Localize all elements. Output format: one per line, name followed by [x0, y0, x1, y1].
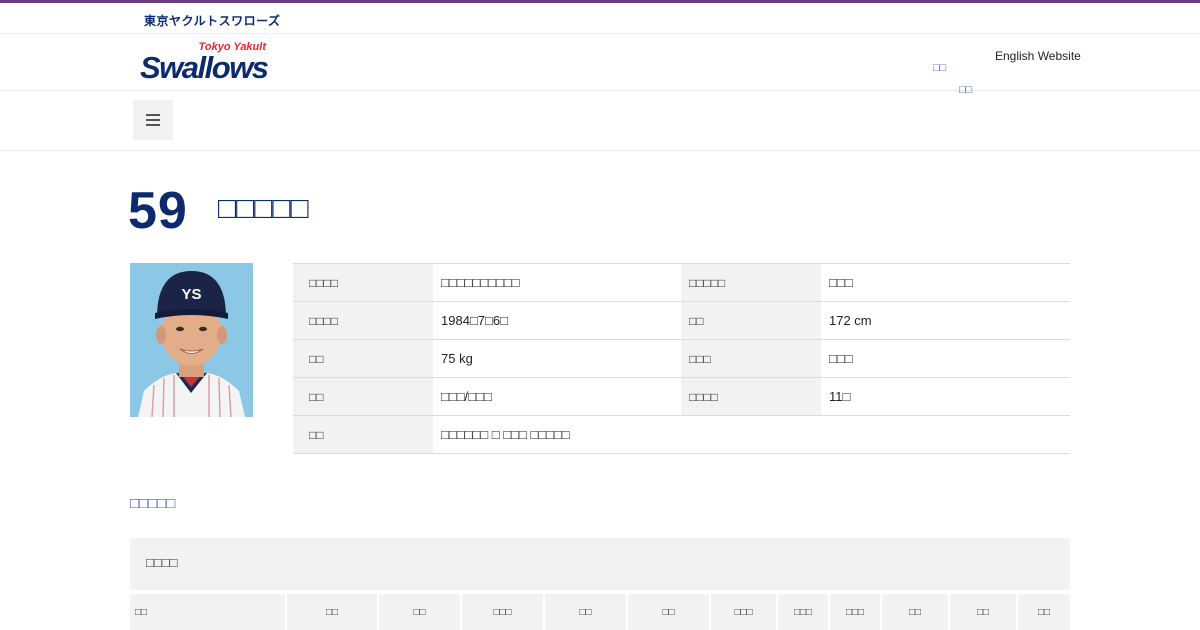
player-photo: YS [130, 263, 253, 417]
stats-header-cell: □□□ [778, 594, 828, 630]
stats-header-cell: □□ [130, 594, 285, 630]
stats-table-title-bar: □□□□ [130, 538, 1070, 590]
svg-text:YS: YS [181, 286, 201, 303]
team-logo[interactable]: Tokyo Yakult Swallows [140, 41, 269, 85]
profile-label: □□ [293, 415, 433, 454]
profile-value: □□□/□□□ [433, 377, 681, 416]
profile-row: □□ □□□□□□ □ □□□ □□□□□ [293, 415, 1070, 454]
stats-table-header: □□ □□ □□ □□□ □□ □□ □□□ □□□ □□□ □□ □□ □□ [130, 594, 1070, 630]
stats-header-cell: □□□ [711, 594, 776, 630]
profile-value: □□□□□□□□□□ [433, 263, 681, 302]
club-name-link[interactable]: 東京ヤクルトスワローズ [144, 12, 281, 29]
profile-label: □□ [293, 377, 433, 416]
profile-value: 1984□7□6□ [433, 301, 681, 340]
player-name: □□□□□ [218, 192, 309, 225]
profile-row: □□ 75 kg □□□ □□□ [293, 339, 1070, 378]
header-link-a[interactable]: □□ [933, 62, 946, 74]
stats-header-cell: □□□ [830, 594, 880, 630]
stats-header-cell: □□ [1018, 594, 1070, 630]
stats-header-cell: □□ [379, 594, 460, 630]
top-bar: 東京ヤクルトスワローズ [0, 3, 1200, 34]
stats-header-cell: □□ [950, 594, 1016, 630]
profile-label: □□□□□ [681, 263, 821, 302]
logo-swallows: Swallows [140, 50, 269, 85]
profile-label: □□□ [681, 339, 821, 378]
stats-header-cell: □□ [882, 594, 948, 630]
stats-header-cell: □□ [545, 594, 626, 630]
profile-table: □□□□ □□□□□□□□□□ □□□□□ □□□ □□□□ 1984□7□6□… [293, 263, 1070, 454]
stats-section-heading: □□□□□ [130, 495, 176, 512]
profile-label: □□□□ [681, 377, 821, 416]
profile-label: □□□□ [293, 301, 433, 340]
stats-table-title: □□□□ [146, 555, 178, 570]
profile-value: □□□ [821, 263, 1070, 302]
menu-bar [0, 91, 1200, 151]
profile-value: 172 cm [821, 301, 1070, 340]
profile-label: □□□□ [293, 263, 433, 302]
profile-label: □□ [293, 339, 433, 378]
stats-header-cell: □□□ [462, 594, 543, 630]
english-website-link[interactable]: English Website [995, 49, 1081, 63]
site-header: Tokyo Yakult Swallows □□ □□ English Webs… [0, 34, 1200, 96]
menu-icon[interactable] [133, 100, 173, 140]
profile-value: □□□ [821, 339, 1070, 378]
profile-value: 75 kg [433, 339, 681, 378]
profile-row: □□□□ 1984□7□6□ □□ 172 cm [293, 301, 1070, 340]
player-number: 59 [128, 182, 188, 240]
stats-header-cell: □□ [287, 594, 377, 630]
stats-header-cell: □□ [628, 594, 709, 630]
profile-value: □□□□□□ □ □□□ □□□□□ [433, 415, 1070, 454]
profile-value: 11□ [821, 377, 1070, 416]
profile-label: □□ [681, 301, 821, 340]
profile-row: □□□□ □□□□□□□□□□ □□□□□ □□□ [293, 263, 1070, 302]
profile-row: □□ □□□/□□□ □□□□ 11□ [293, 377, 1070, 416]
